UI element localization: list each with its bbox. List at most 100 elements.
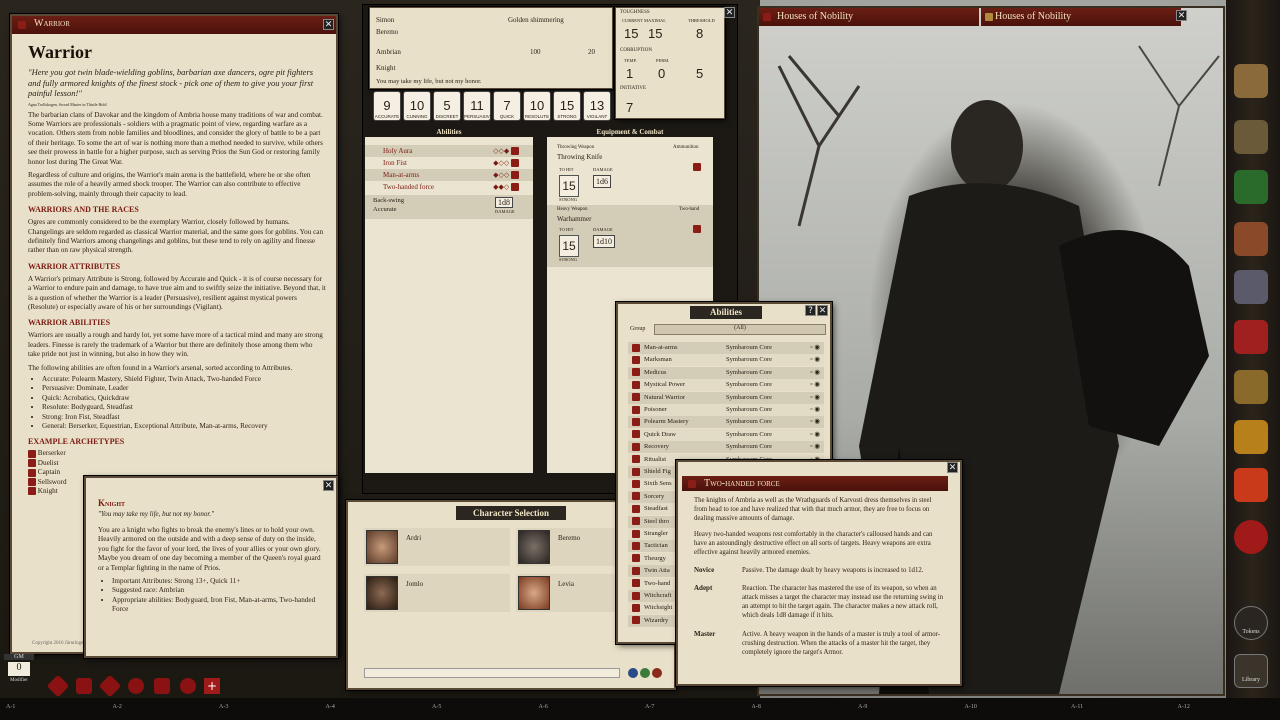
quote-attribution: Agna Trollskogen, Sword Master in Thistl… [28, 102, 326, 107]
ability-list-item[interactable]: Polearm MasterySymbaroum Core▫ ◉ [628, 416, 824, 428]
stat-accurate[interactable]: 9ACCURATE [373, 91, 401, 121]
weapon-damage[interactable]: 1d10 [593, 235, 615, 248]
link-icon[interactable] [693, 163, 701, 171]
d12-icon[interactable] [154, 678, 170, 694]
custom-die-icon[interactable]: + [204, 678, 220, 694]
pain-threshold[interactable]: 8 [696, 26, 703, 41]
ability-row[interactable]: Iron Fist◆◇◇ [365, 157, 533, 169]
ability-row[interactable]: Two-handed force◆◆◇ [365, 181, 533, 193]
initiative-value[interactable]: 7 [626, 100, 633, 115]
race-field[interactable]: Ambrian [376, 48, 401, 56]
character-entry[interactable]: Ardri [364, 528, 510, 566]
mask-icon[interactable] [1234, 420, 1268, 454]
add-icon[interactable] [628, 668, 638, 678]
treasure-icon[interactable] [1234, 370, 1268, 404]
ability-list-item[interactable]: MedicusSymbaroum Core▫ ◉ [628, 367, 824, 379]
stat-quick[interactable]: 7QUICK [493, 91, 521, 121]
nobility-tab-1[interactable]: Houses of Nobility [759, 8, 979, 26]
sheet-header: Simon Golden shimmering Beremo Ambrian 1… [369, 7, 613, 89]
stat-resolute[interactable]: 10RESOLUTE [523, 91, 551, 121]
weapon-tohit[interactable]: 15 [559, 175, 579, 197]
stat-discreet[interactable]: 5DISCREET [433, 91, 461, 121]
link-icon[interactable] [693, 225, 701, 233]
damage-value[interactable]: 1d8 [495, 197, 513, 208]
story-icon[interactable] [1234, 120, 1268, 154]
occupation-field[interactable]: Knight [376, 64, 395, 72]
archetype-link[interactable]: Duelist [28, 459, 326, 468]
close-icon[interactable]: ✕ [323, 19, 334, 30]
experience-field[interactable]: 100 [530, 48, 541, 56]
weapon-tohit[interactable]: 15 [559, 235, 579, 257]
close-icon[interactable]: ✕ [1176, 10, 1187, 21]
pentagram-icon[interactable] [1234, 520, 1268, 554]
group-filter[interactable]: (All) [654, 324, 826, 335]
delete-icon[interactable] [652, 668, 662, 678]
perm-label: Perm. [656, 58, 669, 63]
help-icon[interactable]: ? [805, 305, 816, 316]
library-button[interactable]: Library [1234, 654, 1268, 688]
stat-strong[interactable]: 15STRONG [553, 91, 581, 121]
d6-icon[interactable] [76, 678, 92, 694]
nobility-tab-2[interactable]: Houses of Nobility [981, 8, 1181, 26]
ability-list-item[interactable]: Quick DrawSymbaroum Core▫ ◉ [628, 429, 824, 441]
weapon-name[interactable]: Throwing Knife [557, 153, 602, 161]
damage-label: DAMAGE [593, 167, 613, 172]
modifier-box[interactable]: GM 0 Modifier [4, 654, 34, 698]
knight-window: ✕ Knight "You may take my life, but not … [84, 476, 338, 658]
modifier-value[interactable]: 0 [8, 662, 30, 676]
character-name: Levia [558, 580, 574, 588]
corruption-temp[interactable]: 1 [626, 66, 633, 81]
experience-unspent-field[interactable]: 20 [588, 48, 595, 56]
manual-icon[interactable] [1234, 222, 1268, 256]
toughness-max[interactable]: 15 [648, 26, 662, 41]
coordinate-label: A-3 [219, 704, 228, 710]
ability-list-item[interactable]: Natural WarriorSymbaroum Core▫ ◉ [628, 392, 824, 404]
stat-cunning[interactable]: 10CUNNING [403, 91, 431, 121]
ability-list-item[interactable]: MarksmanSymbaroum Core▫ ◉ [628, 354, 824, 366]
close-icon[interactable]: ✕ [323, 480, 334, 491]
section-heading: Example archetypes [28, 437, 326, 446]
ability-list-item[interactable]: RecoverySymbaroum Core▫ ◉ [628, 441, 824, 453]
toughness-current[interactable]: 15 [624, 26, 638, 41]
player-field[interactable]: Beremo [376, 28, 398, 36]
close-icon[interactable]: ✕ [947, 462, 958, 473]
tokens-button[interactable]: Tokens [1234, 606, 1268, 640]
d20-icon[interactable] [180, 678, 196, 694]
record-icon [632, 517, 640, 525]
close-icon[interactable]: ✕ [724, 7, 735, 18]
d4-icon[interactable] [47, 675, 70, 698]
d10-icon[interactable] [128, 678, 144, 694]
weapon-damage[interactable]: 1d6 [593, 175, 611, 188]
motto-field[interactable]: You may take my life, but not my honor. [376, 78, 482, 85]
ability-row[interactable]: Man-at-arms◆◇◇ [365, 169, 533, 181]
shadow-field[interactable]: Golden shimmering [508, 16, 564, 24]
d8-icon[interactable] [99, 675, 122, 698]
weapons-icon[interactable] [1234, 270, 1268, 304]
image-icon [985, 13, 993, 21]
name-field[interactable]: Simon [376, 16, 394, 24]
weapon-name[interactable]: Warhammer [557, 215, 591, 223]
book-icon[interactable] [1234, 170, 1268, 204]
import-icon[interactable] [640, 668, 650, 678]
archetype-link[interactable]: Berserker [28, 449, 326, 458]
section-heading: Warrior attributes [28, 262, 326, 271]
avatar [518, 530, 550, 564]
close-icon[interactable]: ✕ [817, 305, 828, 316]
fire-icon[interactable] [1234, 468, 1268, 502]
ability-list-item[interactable]: Man-at-armsSymbaroum Core▫ ◉ [628, 342, 824, 354]
ability-list-item[interactable]: PoisonerSymbaroum Core▫ ◉ [628, 404, 824, 416]
window-title: Two-handed force [704, 478, 780, 489]
coordinate-label: A-1 [6, 704, 15, 710]
ability-list-item[interactable]: Mystical PowerSymbaroum Core▫ ◉ [628, 379, 824, 391]
right-sidebar: Tokens Library [1226, 0, 1280, 720]
stat-persuasive[interactable]: 11PERSUASIVE [463, 91, 491, 121]
equipment-header: Equipment & Combat [547, 127, 713, 137]
character-entry[interactable]: Jomlo [364, 574, 510, 612]
corruption-perm[interactable]: 0 [658, 66, 665, 81]
ability-row[interactable]: Holy Aura◇◇◆ [365, 145, 533, 157]
corruption-threshold[interactable]: 5 [696, 66, 703, 81]
notes-icon[interactable] [1234, 64, 1268, 98]
chat-input[interactable] [364, 668, 620, 678]
potion-icon[interactable] [1234, 320, 1268, 354]
stat-vigilant[interactable]: 13VIGILANT [583, 91, 611, 121]
